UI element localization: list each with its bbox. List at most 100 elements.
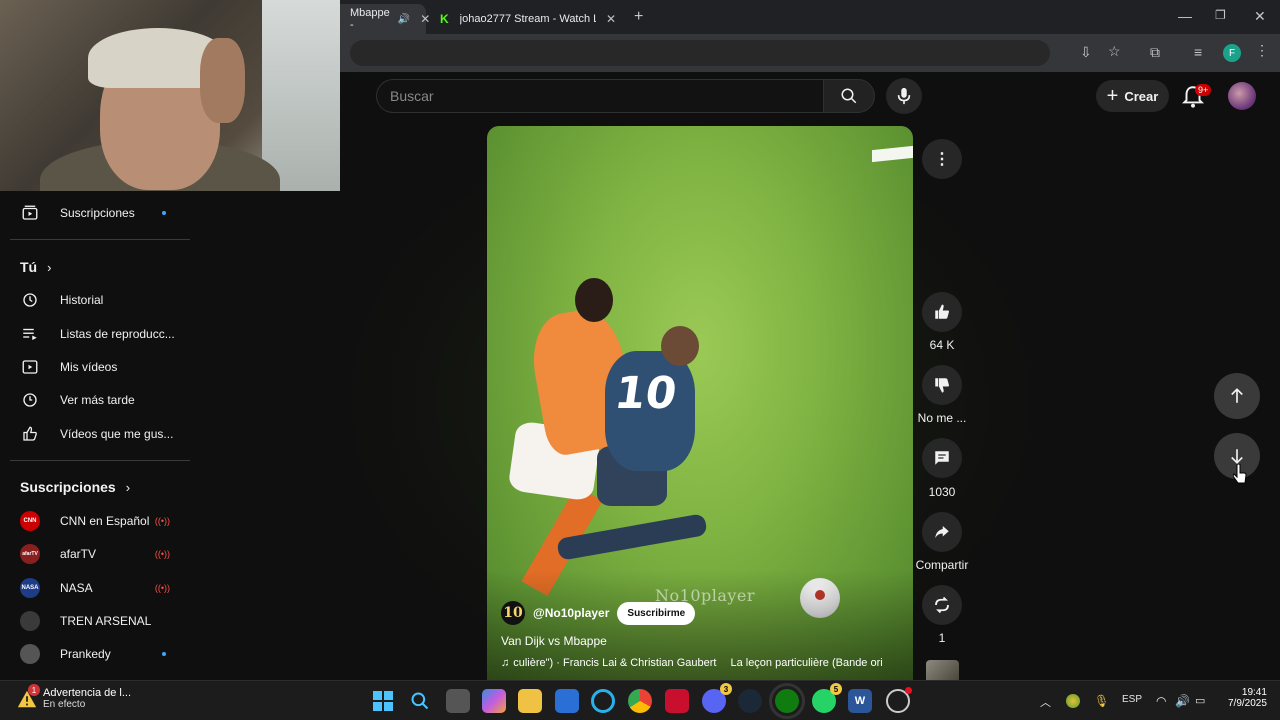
thumbs-up-icon <box>935 304 949 319</box>
notification-badge: 1 <box>28 684 40 696</box>
bookmark-star-icon[interactable]: ☆ <box>1108 43 1121 60</box>
sidebar-divider <box>10 460 190 461</box>
new-content-dot <box>162 211 166 215</box>
sidebar-item-label: Suscripciones <box>60 206 135 220</box>
channel-avatar: afarTV <box>20 544 40 564</box>
extensions-icon[interactable]: ⧉ <box>1150 44 1160 61</box>
comment-icon <box>935 451 949 465</box>
channel-handle[interactable]: @No10player <box>533 606 609 620</box>
live-indicator-icon: ((•)) <box>154 549 170 559</box>
subscriptions-icon <box>20 203 40 223</box>
channel-avatar <box>20 644 40 664</box>
sidebar-item-history[interactable]: Historial <box>0 283 190 317</box>
more-options-button[interactable]: ⋮ <box>922 139 962 179</box>
sidebar-item-label: Listas de reproducc... <box>60 327 175 341</box>
player-blue-head <box>661 326 699 366</box>
jersey-number: 10 <box>611 368 680 419</box>
profile-avatar[interactable]: F <box>1223 44 1241 62</box>
like-button[interactable] <box>922 292 962 332</box>
tab-mbappe[interactable]: Mbappe - 🔊 ✕ <box>340 4 430 34</box>
watch-later-icon <box>20 390 40 410</box>
new-tab-icon[interactable]: + <box>634 8 643 26</box>
alert-dot <box>905 687 912 694</box>
remix-button[interactable] <box>922 585 962 625</box>
sidebar-channel-nasa[interactable]: NASA NASA ((•)) <box>0 571 190 605</box>
steam-icon[interactable] <box>738 689 762 713</box>
sidebar-channel-tren-arsenal[interactable]: TREN ARSENAL <box>0 604 190 638</box>
channel-logo[interactable]: 10 <box>501 601 525 625</box>
previous-short-button[interactable] <box>1214 373 1260 419</box>
player-orange-head <box>575 278 613 322</box>
search-taskbar-icon[interactable] <box>408 689 432 713</box>
create-button[interactable]: + Crear <box>1096 80 1169 112</box>
pitch-line <box>872 145 913 163</box>
copilot-icon[interactable] <box>482 689 506 713</box>
subscribe-button[interactable]: Suscribirme <box>617 601 696 625</box>
user-avatar[interactable] <box>1228 82 1256 110</box>
dislike-button[interactable] <box>922 365 962 405</box>
close-window-icon[interactable]: ✕ <box>1254 8 1266 25</box>
sidebar-channel-prankedy[interactable]: Prankedy <box>0 637 190 671</box>
clock[interactable]: 19:41 7/9/2025 <box>1228 687 1267 709</box>
comments-button[interactable] <box>922 438 962 478</box>
sidebar-item-watch-later[interactable]: Ver más tarde <box>0 383 190 417</box>
minimize-icon[interactable]: — <box>1178 8 1192 24</box>
music-text: culière") · Francis Lai & Christian Gaub… <box>513 657 717 669</box>
music-ticker[interactable]: ♫ culière") · Francis Lai & Christian Ga… <box>501 657 903 669</box>
word-icon[interactable]: W <box>848 689 872 713</box>
sidebar-channel-cnn[interactable]: CNN CNN en Español ((•)) <box>0 504 190 538</box>
amd-software-icon[interactable] <box>665 689 689 713</box>
sidebar-item-playlists[interactable]: Listas de reproducc... <box>0 317 190 351</box>
tab-johao-stream[interactable]: K johao2777 Stream - Watch Live ✕ <box>430 4 626 34</box>
task-view-icon[interactable] <box>446 689 470 713</box>
share-button[interactable] <box>922 512 962 552</box>
notification-widget[interactable]: Advertencia de l... En efecto <box>43 687 131 710</box>
search-button[interactable] <box>823 79 875 113</box>
speaker-icon[interactable]: 🔊 <box>398 14 410 25</box>
close-tab-icon[interactable]: ✕ <box>420 12 430 26</box>
warning-notification-icon[interactable]: 1 <box>16 684 40 710</box>
timer-app-icon[interactable] <box>886 687 912 713</box>
you-heading-label: Tú <box>20 259 38 275</box>
media-control-icon[interactable]: ≡ <box>1194 44 1202 60</box>
restore-icon[interactable]: ❐ <box>1215 8 1226 22</box>
sound-thumbnail[interactable] <box>926 660 959 680</box>
tray-app-icon[interactable] <box>1066 694 1080 708</box>
volume-icon[interactable]: 🔊 <box>1175 694 1190 708</box>
file-explorer-icon[interactable] <box>518 689 542 713</box>
battery-icon[interactable]: ▭ <box>1195 694 1205 707</box>
chrome-taskbar-icon[interactable] <box>628 689 652 713</box>
mouse-cursor-icon <box>1233 464 1247 484</box>
close-tab-icon[interactable]: ✕ <box>606 12 616 26</box>
subscriptions-section-heading[interactable]: Suscripciones › <box>20 479 130 495</box>
arrow-up-icon <box>1231 388 1243 403</box>
xbox-icon[interactable] <box>769 683 805 719</box>
url-field[interactable] <box>350 40 1050 66</box>
sidebar-channel-afartv[interactable]: afarTV afarTV ((•)) <box>0 537 190 571</box>
notification-subtitle: En efecto <box>43 699 86 710</box>
browser-menu-icon[interactable]: ⋮ <box>1255 42 1269 59</box>
cortana-icon[interactable] <box>591 689 615 713</box>
language-indicator[interactable]: ESP <box>1122 694 1142 705</box>
search-input[interactable]: Buscar <box>376 79 823 113</box>
install-app-icon[interactable]: ⇩ <box>1080 44 1092 61</box>
voice-search-button[interactable] <box>886 78 922 114</box>
webcam-hand <box>200 38 245 123</box>
short-title[interactable]: Van Dijk vs Mbappe <box>501 634 607 648</box>
share-label: Compartir <box>915 558 969 572</box>
microsoft-store-icon[interactable] <box>555 689 579 713</box>
new-content-dot <box>162 652 166 656</box>
tray-chevron-up-icon[interactable]: ︿ <box>1040 694 1051 710</box>
whatsapp-icon[interactable]: 5 <box>812 683 842 713</box>
sidebar-item-liked-videos[interactable]: Vídeos que me gus... <box>0 417 190 451</box>
sidebar-item-my-videos[interactable]: Mis vídeos <box>0 350 190 384</box>
notifications-badge: 9+ <box>1195 84 1212 96</box>
tray-microphone-icon[interactable]: 🎙 <box>1094 694 1109 708</box>
sidebar-item-subscriptions[interactable]: Suscripciones <box>0 196 190 230</box>
wifi-icon[interactable]: ◠ <box>1156 694 1166 708</box>
you-section-heading[interactable]: Tú › <box>20 259 51 275</box>
discord-icon[interactable]: 3 <box>702 683 732 713</box>
windows-start-icon[interactable] <box>371 689 395 713</box>
remix-icon <box>935 596 949 614</box>
channel-avatar: CNN <box>20 511 40 531</box>
